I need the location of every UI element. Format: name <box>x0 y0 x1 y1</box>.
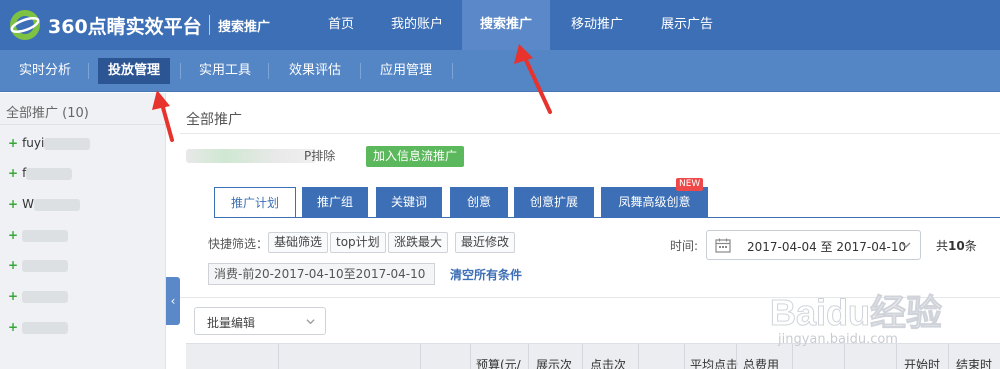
batch-edit-select[interactable]: 批量编辑 <box>194 307 326 335</box>
sidebar-title[interactable]: 全部推广 (10) <box>6 102 89 121</box>
sidebar-item[interactable]: + W <box>8 194 158 214</box>
subnav-divider <box>452 63 453 79</box>
expand-plus-icon[interactable]: + <box>8 228 18 242</box>
expand-plus-icon[interactable]: + <box>8 166 18 180</box>
expand-plus-icon[interactable]: + <box>8 258 18 272</box>
column-divider <box>420 344 421 369</box>
watermark-url: jingyan.baidu.com <box>778 332 898 347</box>
blurred-text <box>22 290 69 303</box>
subnav-divider <box>180 63 181 79</box>
tab-advanced-creative[interactable]: 凤舞高级创意 <box>601 187 708 217</box>
column-divider <box>278 344 279 369</box>
top-header: 360点睛实效平台 搜索推广 首页 我的账户 搜索推广 移动推广 展示广告 <box>0 0 1000 50</box>
sidebar-item[interactable]: + <box>8 225 158 245</box>
blurred-text <box>44 137 91 150</box>
quick-filter-label: 快捷筛选： <box>208 237 269 251</box>
chevron-down-icon <box>901 242 911 248</box>
column-header-budget[interactable]: 预算(元/ <box>476 356 521 369</box>
brand-title: 360点睛实效平台 <box>48 16 202 38</box>
sidebar-item[interactable]: + <box>8 317 158 337</box>
column-divider <box>684 344 685 369</box>
tab-creative[interactable]: 创意 <box>450 187 508 217</box>
column-header-avg-cpc[interactable]: 平均点击 <box>690 356 738 369</box>
column-divider <box>528 344 529 369</box>
subnav-realtime-analysis[interactable]: 实时分析 <box>8 58 82 84</box>
topnav-search-promotion[interactable]: 搜索推广 <box>462 0 550 50</box>
expand-plus-icon[interactable]: + <box>8 320 18 334</box>
date-range-picker[interactable]: 2017-04-04 至 2017-04-10 <box>706 230 921 260</box>
topnav-display-ads[interactable]: 展示广告 <box>648 0 726 50</box>
blurred-text <box>186 149 316 163</box>
filter-biggest-change[interactable]: 涨跌最大 <box>388 232 449 253</box>
subnav-divider <box>268 63 269 79</box>
subnav-effect-evaluation[interactable]: 效果评估 <box>276 58 354 84</box>
title-divider <box>180 133 1000 134</box>
page-title: 全部推广 <box>186 112 242 128</box>
expand-plus-icon[interactable]: + <box>8 289 18 303</box>
sidebar-item[interactable]: + <box>8 286 158 306</box>
subnav-app-management[interactable]: 应用管理 <box>368 58 444 84</box>
blurred-text <box>22 259 69 272</box>
tab-campaign-plan[interactable]: 推广计划 <box>214 187 296 218</box>
date-range-value: 2017-04-04 至 2017-04-10 <box>747 240 907 254</box>
column-divider <box>470 344 471 369</box>
filter-top-plan[interactable]: top计划 <box>330 232 386 253</box>
logo-icon <box>10 10 40 40</box>
time-label: 时间: <box>670 239 699 253</box>
tab-creative-extension[interactable]: 创意扩展 <box>514 187 594 217</box>
sidebar-item[interactable]: + <box>8 255 158 275</box>
blurred-text <box>33 198 80 211</box>
column-divider <box>736 344 737 369</box>
brand-subtitle: 搜索推广 <box>218 20 271 35</box>
active-filter-condition[interactable]: 消费-前20-2017-04-10至2017-04-10 <box>208 263 435 285</box>
chevron-down-icon <box>306 319 315 325</box>
sidebar-item[interactable]: + fuyi <box>8 133 158 153</box>
tabs-underline <box>214 217 1000 218</box>
filter-basic[interactable]: 基础筛选 <box>268 232 329 253</box>
count-prefix: 共 <box>936 239 949 253</box>
campaign-sidebar: 全部推广 (10) + fuyi + f + W + + + + <box>0 93 166 369</box>
blurred-text <box>22 229 69 242</box>
subnav-delivery-management[interactable]: 投放管理 <box>98 58 170 84</box>
topnav-home[interactable]: 首页 <box>312 0 370 50</box>
column-divider <box>638 344 639 369</box>
exclude-ip-button[interactable]: P排除 <box>300 147 339 165</box>
tab-ad-group[interactable]: 推广组 <box>302 187 368 217</box>
column-divider <box>582 344 583 369</box>
brand-divider <box>209 15 210 35</box>
count-suffix: 条 <box>964 239 977 253</box>
chevron-left-icon: ‹ <box>170 294 176 308</box>
topnav-mobile-promotion[interactable]: 移动推广 <box>558 0 636 50</box>
subnav-divider <box>88 63 89 79</box>
calendar-icon <box>715 238 731 253</box>
sidebar-item-label: W <box>22 197 34 211</box>
blurred-text <box>26 167 73 180</box>
column-header-impressions[interactable]: 展示次 <box>536 356 572 369</box>
sidebar-item[interactable]: + f <box>8 163 158 183</box>
sidebar-collapse-button[interactable]: ‹ <box>166 277 180 325</box>
filter-recently-modified[interactable]: 最近修改 <box>455 232 516 253</box>
subnav-tools[interactable]: 实用工具 <box>188 58 262 84</box>
result-count: 共10条 <box>936 237 977 254</box>
topnav-my-account[interactable]: 我的账户 <box>378 0 456 50</box>
tab-keywords[interactable]: 关键词 <box>376 187 442 217</box>
add-infoflow-button[interactable]: 加入信息流推广 <box>366 146 465 167</box>
count-value: 10 <box>948 239 965 253</box>
blurred-text <box>22 321 69 334</box>
sidebar-divider <box>0 124 166 125</box>
expand-plus-icon[interactable]: + <box>8 136 18 150</box>
watermark-logo: Baidu经验 <box>769 292 943 334</box>
baidu-watermark: Baidu经验 jingyan.baidu.com <box>762 282 994 364</box>
new-badge: NEW <box>676 178 704 191</box>
expand-plus-icon[interactable]: + <box>8 197 18 211</box>
sidebar-item-label: fuyi <box>22 136 45 150</box>
sub-navigation: 实时分析 投放管理 实用工具 效果评估 应用管理 <box>0 50 1000 92</box>
column-header-clicks[interactable]: 点击次 <box>590 356 626 369</box>
subnav-divider <box>360 63 361 79</box>
batch-edit-value: 批量编辑 <box>207 316 256 330</box>
clear-conditions-link[interactable]: 清空所有条件 <box>450 266 522 283</box>
